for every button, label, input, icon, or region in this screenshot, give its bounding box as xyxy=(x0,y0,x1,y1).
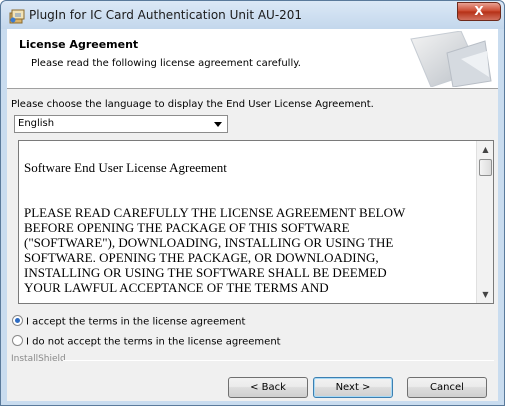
title-bar[interactable]: PlugIn for IC Card Authentication Unit A… xyxy=(1,1,504,29)
scroll-down-arrow-icon[interactable]: ▼ xyxy=(477,286,493,303)
decline-label[interactable]: I do not accept the terms in the license… xyxy=(26,337,281,348)
close-icon: X xyxy=(474,4,484,18)
license-line: PLEASE READ CAREFULLY THE LICENSE AGREEM… xyxy=(24,205,406,220)
close-button[interactable]: X xyxy=(457,2,501,21)
header-decoration-icon xyxy=(410,31,492,87)
cancel-button[interactable]: Cancel xyxy=(407,377,487,398)
chevron-down-icon xyxy=(214,122,222,127)
license-line: YOUR LAWFUL ACCEPTANCE OF THE TERMS AND xyxy=(24,280,329,295)
installer-window: PlugIn for IC Card Authentication Unit A… xyxy=(0,0,505,406)
scroll-thumb[interactable] xyxy=(479,159,492,176)
license-line: INSTALLING OR USING THE SOFTWARE SHALL B… xyxy=(24,265,387,280)
license-line: SOFTWARE. OPENING THE PACKAGE, OR DOWNLO… xyxy=(24,250,379,265)
page-subtitle: Please read the following license agreem… xyxy=(31,58,301,69)
page-title: License Agreement xyxy=(19,38,139,51)
language-select-value: English xyxy=(18,118,55,129)
decline-option[interactable]: I do not accept the terms in the license… xyxy=(12,335,281,348)
back-button[interactable]: < Back xyxy=(228,377,308,398)
dialog-client-area: License Agreement Please read the follow… xyxy=(7,29,498,401)
license-text: Software End User License Agreement PLEA… xyxy=(24,145,474,295)
footer-divider xyxy=(63,360,494,361)
language-prompt: Please choose the language to display th… xyxy=(11,99,374,110)
license-line: BEFORE OPENING THE PACKAGE OF THIS SOFTW… xyxy=(24,220,350,235)
accept-option[interactable]: I accept the terms in the license agreem… xyxy=(12,315,245,328)
license-text-box[interactable]: Software End User License Agreement PLEA… xyxy=(18,140,494,304)
decline-radio[interactable] xyxy=(12,335,23,346)
dialog-header: License Agreement Please read the follow… xyxy=(7,29,498,89)
next-button[interactable]: Next > xyxy=(313,377,393,398)
scroll-up-arrow-icon[interactable]: ▲ xyxy=(477,141,493,158)
accept-radio[interactable] xyxy=(12,315,23,326)
license-scrollbar[interactable]: ▲ ▼ xyxy=(476,141,493,303)
license-line: ("SOFTWARE"), DOWNLOADING, INSTALLING OR… xyxy=(24,235,394,250)
window-title: PlugIn for IC Card Authentication Unit A… xyxy=(29,8,303,22)
installshield-brand: InstallShield xyxy=(11,354,66,364)
license-title: Software End User License Agreement xyxy=(24,160,227,175)
installer-app-icon xyxy=(9,9,25,24)
accept-label[interactable]: I accept the terms in the license agreem… xyxy=(26,317,245,328)
language-select[interactable]: English xyxy=(14,115,228,133)
